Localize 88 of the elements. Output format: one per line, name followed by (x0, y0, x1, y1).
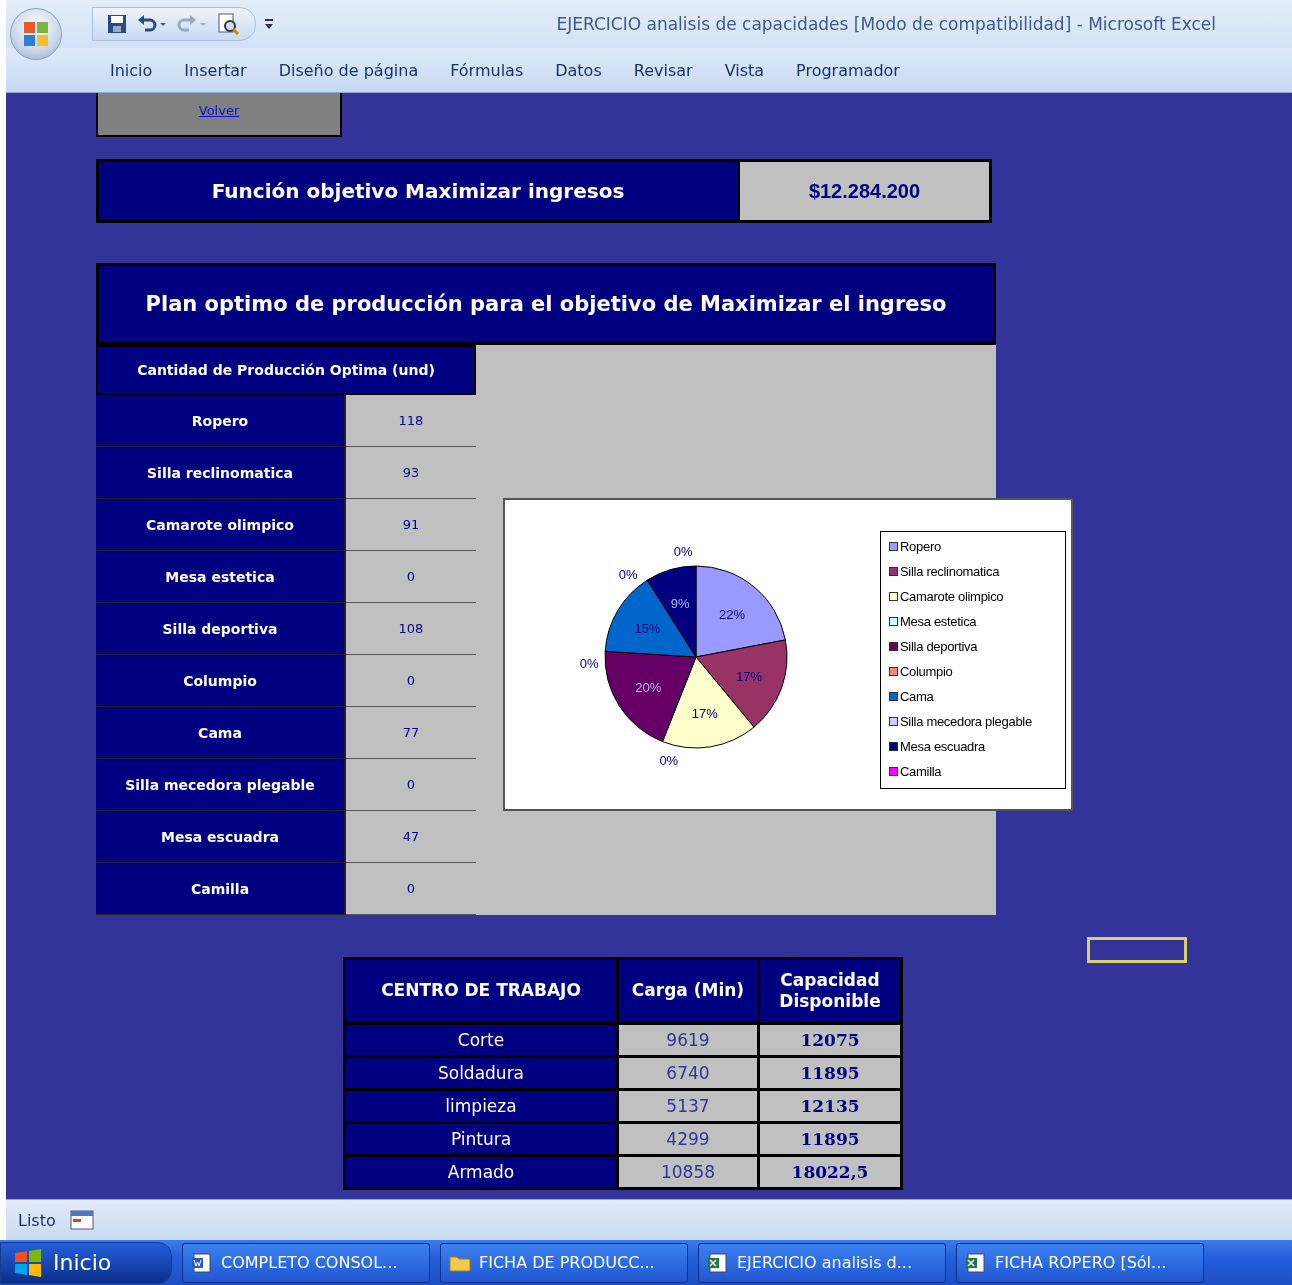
window-title: EJERCICIO analisis de capacidades [Modo de compatibilidad] - Microsoft Excel (556, 14, 1216, 34)
ribbon-tab[interactable]: Revisar (625, 60, 717, 80)
legend-entry: Silla deportiva (889, 634, 1061, 659)
ribbon-tab[interactable]: Inicio (102, 60, 177, 80)
data-label: 0% (579, 656, 599, 672)
quantity-cell: 118 (346, 395, 476, 447)
data-label: 22% (718, 606, 745, 622)
undo-icon[interactable] (137, 14, 167, 34)
data-label: 15% (634, 621, 661, 637)
data-label: 0% (659, 753, 679, 769)
legend-entry: Columpio (889, 659, 1061, 684)
product-name: Ropero (96, 395, 346, 447)
center-name: Armado (344, 1155, 618, 1189)
product-name: Camarote olimpico (96, 499, 346, 551)
legend-entry: Ropero (889, 534, 1061, 559)
product-name: Silla reclinomatica (96, 447, 346, 499)
data-label: 0% (618, 567, 638, 583)
quantity-cell: 0 (346, 759, 476, 811)
data-label: 20% (635, 680, 662, 696)
capacity-cell: 11895 (758, 1122, 902, 1156)
print-preview-icon[interactable] (217, 13, 241, 35)
quantity-cell: 0 (346, 655, 476, 707)
status-text: Listo (18, 1210, 56, 1230)
legend-entry: Camarote olimpico (889, 584, 1061, 609)
ribbon-tab[interactable]: Programador (788, 60, 924, 80)
ribbon-tab[interactable]: Datos (547, 60, 626, 80)
legend-entry: Mesa escuadra (889, 734, 1061, 759)
taskbar-button[interactable]: EJERCICIO analisis d... (698, 1242, 946, 1283)
windows-flag-icon (13, 1248, 43, 1277)
quantity-cell: 0 (346, 863, 476, 915)
quantity-cell: 47 (346, 811, 476, 863)
taskbar-button[interactable]: FICHA DE PRODUCC... (440, 1242, 688, 1283)
taskbar-button[interactable]: FICHA ROPERO [Sól... (956, 1242, 1204, 1283)
column-header: Carga (Min) (617, 958, 759, 1024)
quantity-cell: 0 (346, 551, 476, 603)
legend-entry: Camilla (889, 759, 1061, 784)
document-icon (191, 1251, 213, 1274)
quantity-cell: 91 (346, 499, 476, 551)
macro-record-icon[interactable] (69, 1210, 94, 1230)
product-name: Cama (96, 707, 346, 759)
product-name: Mesa escuadra (96, 811, 346, 863)
center-name: Soldadura (344, 1056, 618, 1090)
load-cell: 4299 (617, 1122, 759, 1156)
data-label: 17% (736, 669, 763, 685)
objective-value: $12.284.200 (740, 162, 989, 220)
office-logo-icon (23, 21, 49, 47)
start-button[interactable]: Inicio (0, 1241, 172, 1284)
data-label: 0% (673, 543, 693, 559)
save-icon[interactable] (107, 14, 127, 34)
column-header: CENTRO DE TRABAJO (344, 958, 618, 1024)
load-cell: 5137 (617, 1089, 759, 1123)
legend-entry: Silla mecedora plegable (889, 709, 1061, 734)
ribbon-tab[interactable]: Insertar (176, 60, 271, 80)
capacity-cell: 12135 (758, 1089, 902, 1123)
ribbon-tab[interactable]: Vista (716, 60, 789, 80)
capacity-cell: 12075 (758, 1023, 902, 1057)
data-label: 17% (691, 705, 718, 721)
ribbon-tab[interactable]: Diseño de página (270, 60, 443, 80)
center-name: Pintura (344, 1122, 618, 1156)
product-name: Mesa estetica (96, 551, 346, 603)
product-name: Camilla (96, 863, 346, 915)
product-name: Silla deportiva (96, 603, 346, 655)
column-header: Cantidad de Producción Optima (und) (96, 345, 476, 395)
center-name: Corte (344, 1023, 618, 1057)
spreadsheet-icon (707, 1251, 729, 1274)
quantity-cell: 77 (346, 707, 476, 759)
load-cell: 10858 (617, 1155, 759, 1189)
objective-label: Función objetivo Maximizar ingresos (99, 162, 740, 220)
customize-arrow-icon[interactable] (264, 18, 274, 30)
ribbon-tab[interactable]: Fórmulas (442, 60, 548, 80)
legend-entry: Mesa estetica (889, 609, 1061, 634)
product-name: Silla mecedora plegable (96, 759, 346, 811)
load-cell: 6740 (617, 1056, 759, 1090)
quantity-cell: 93 (346, 447, 476, 499)
data-label: 9% (670, 595, 690, 611)
capacity-cell: 11895 (758, 1056, 902, 1090)
load-cell: 9619 (617, 1023, 759, 1057)
product-name: Columpio (96, 655, 346, 707)
column-header: Capacidad Disponible (758, 958, 902, 1024)
taskbar-button[interactable]: COMPLETO CONSOL... (182, 1242, 430, 1283)
legend-entry: Cama (889, 684, 1061, 709)
spreadsheet-icon (965, 1251, 987, 1274)
office-button[interactable] (10, 8, 62, 60)
center-name: limpieza (344, 1089, 618, 1123)
capacity-cell: 18022,5 (758, 1155, 902, 1189)
legend-entry: Silla reclinomatica (889, 559, 1061, 584)
quantity-cell: 108 (346, 603, 476, 655)
plan-title: Plan optimo de producción para el objetivo de Maximizar el ingreso (96, 263, 996, 345)
